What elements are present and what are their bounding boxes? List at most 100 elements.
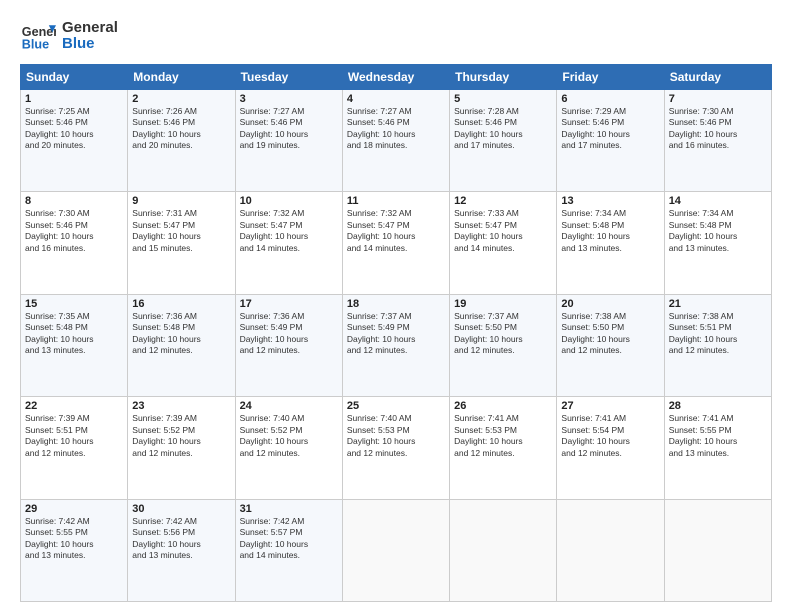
weekday-header-cell: Saturday bbox=[664, 65, 771, 90]
logo-line1: General bbox=[62, 20, 118, 37]
day-number: 14 bbox=[669, 195, 767, 207]
day-number: 4 bbox=[347, 93, 445, 105]
day-number: 11 bbox=[347, 195, 445, 207]
day-info: Sunrise: 7:39 AM Sunset: 5:52 PM Dayligh… bbox=[132, 413, 230, 459]
day-info: Sunrise: 7:41 AM Sunset: 5:54 PM Dayligh… bbox=[561, 413, 659, 459]
calendar-cell: 14Sunrise: 7:34 AM Sunset: 5:48 PM Dayli… bbox=[664, 192, 771, 294]
day-number: 22 bbox=[25, 400, 123, 412]
day-number: 8 bbox=[25, 195, 123, 207]
calendar-page: General Blue General Blue SundayMondayTu… bbox=[0, 0, 792, 612]
calendar-cell: 12Sunrise: 7:33 AM Sunset: 5:47 PM Dayli… bbox=[450, 192, 557, 294]
day-number: 25 bbox=[347, 400, 445, 412]
day-info: Sunrise: 7:38 AM Sunset: 5:50 PM Dayligh… bbox=[561, 311, 659, 357]
weekday-header-cell: Wednesday bbox=[342, 65, 449, 90]
day-number: 28 bbox=[669, 400, 767, 412]
day-info: Sunrise: 7:30 AM Sunset: 5:46 PM Dayligh… bbox=[25, 208, 123, 254]
day-info: Sunrise: 7:38 AM Sunset: 5:51 PM Dayligh… bbox=[669, 311, 767, 357]
calendar-week-row: 1Sunrise: 7:25 AM Sunset: 5:46 PM Daylig… bbox=[21, 90, 772, 192]
calendar-cell: 23Sunrise: 7:39 AM Sunset: 5:52 PM Dayli… bbox=[128, 397, 235, 499]
calendar-cell: 29Sunrise: 7:42 AM Sunset: 5:55 PM Dayli… bbox=[21, 499, 128, 601]
day-number: 21 bbox=[669, 298, 767, 310]
calendar-cell: 9Sunrise: 7:31 AM Sunset: 5:47 PM Daylig… bbox=[128, 192, 235, 294]
calendar-cell: 7Sunrise: 7:30 AM Sunset: 5:46 PM Daylig… bbox=[664, 90, 771, 192]
day-info: Sunrise: 7:42 AM Sunset: 5:57 PM Dayligh… bbox=[240, 516, 338, 562]
calendar-cell: 26Sunrise: 7:41 AM Sunset: 5:53 PM Dayli… bbox=[450, 397, 557, 499]
day-number: 9 bbox=[132, 195, 230, 207]
day-number: 10 bbox=[240, 195, 338, 207]
calendar-week-row: 8Sunrise: 7:30 AM Sunset: 5:46 PM Daylig… bbox=[21, 192, 772, 294]
svg-text:Blue: Blue bbox=[22, 38, 49, 52]
calendar-cell: 13Sunrise: 7:34 AM Sunset: 5:48 PM Dayli… bbox=[557, 192, 664, 294]
day-info: Sunrise: 7:27 AM Sunset: 5:46 PM Dayligh… bbox=[347, 106, 445, 152]
day-info: Sunrise: 7:37 AM Sunset: 5:49 PM Dayligh… bbox=[347, 311, 445, 357]
day-info: Sunrise: 7:25 AM Sunset: 5:46 PM Dayligh… bbox=[25, 106, 123, 152]
calendar-cell bbox=[557, 499, 664, 601]
day-number: 2 bbox=[132, 93, 230, 105]
day-number: 7 bbox=[669, 93, 767, 105]
calendar-cell: 31Sunrise: 7:42 AM Sunset: 5:57 PM Dayli… bbox=[235, 499, 342, 601]
day-number: 16 bbox=[132, 298, 230, 310]
day-number: 1 bbox=[25, 93, 123, 105]
weekday-header-cell: Thursday bbox=[450, 65, 557, 90]
day-number: 31 bbox=[240, 503, 338, 515]
calendar-cell: 19Sunrise: 7:37 AM Sunset: 5:50 PM Dayli… bbox=[450, 294, 557, 396]
calendar-cell bbox=[664, 499, 771, 601]
calendar-cell bbox=[450, 499, 557, 601]
day-info: Sunrise: 7:40 AM Sunset: 5:53 PM Dayligh… bbox=[347, 413, 445, 459]
calendar-cell: 8Sunrise: 7:30 AM Sunset: 5:46 PM Daylig… bbox=[21, 192, 128, 294]
day-info: Sunrise: 7:27 AM Sunset: 5:46 PM Dayligh… bbox=[240, 106, 338, 152]
day-info: Sunrise: 7:31 AM Sunset: 5:47 PM Dayligh… bbox=[132, 208, 230, 254]
weekday-header-cell: Tuesday bbox=[235, 65, 342, 90]
day-info: Sunrise: 7:29 AM Sunset: 5:46 PM Dayligh… bbox=[561, 106, 659, 152]
weekday-header-cell: Monday bbox=[128, 65, 235, 90]
day-number: 20 bbox=[561, 298, 659, 310]
calendar-cell bbox=[342, 499, 449, 601]
calendar-cell: 21Sunrise: 7:38 AM Sunset: 5:51 PM Dayli… bbox=[664, 294, 771, 396]
calendar-cell: 3Sunrise: 7:27 AM Sunset: 5:46 PM Daylig… bbox=[235, 90, 342, 192]
day-info: Sunrise: 7:28 AM Sunset: 5:46 PM Dayligh… bbox=[454, 106, 552, 152]
calendar-week-row: 29Sunrise: 7:42 AM Sunset: 5:55 PM Dayli… bbox=[21, 499, 772, 601]
calendar-cell: 2Sunrise: 7:26 AM Sunset: 5:46 PM Daylig… bbox=[128, 90, 235, 192]
calendar-cell: 10Sunrise: 7:32 AM Sunset: 5:47 PM Dayli… bbox=[235, 192, 342, 294]
calendar-cell: 17Sunrise: 7:36 AM Sunset: 5:49 PM Dayli… bbox=[235, 294, 342, 396]
day-info: Sunrise: 7:32 AM Sunset: 5:47 PM Dayligh… bbox=[240, 208, 338, 254]
day-number: 19 bbox=[454, 298, 552, 310]
calendar-cell: 4Sunrise: 7:27 AM Sunset: 5:46 PM Daylig… bbox=[342, 90, 449, 192]
calendar-cell: 5Sunrise: 7:28 AM Sunset: 5:46 PM Daylig… bbox=[450, 90, 557, 192]
calendar-cell: 16Sunrise: 7:36 AM Sunset: 5:48 PM Dayli… bbox=[128, 294, 235, 396]
day-info: Sunrise: 7:37 AM Sunset: 5:50 PM Dayligh… bbox=[454, 311, 552, 357]
calendar-cell: 11Sunrise: 7:32 AM Sunset: 5:47 PM Dayli… bbox=[342, 192, 449, 294]
calendar-cell: 18Sunrise: 7:37 AM Sunset: 5:49 PM Dayli… bbox=[342, 294, 449, 396]
calendar-cell: 6Sunrise: 7:29 AM Sunset: 5:46 PM Daylig… bbox=[557, 90, 664, 192]
weekday-header-cell: Friday bbox=[557, 65, 664, 90]
day-info: Sunrise: 7:30 AM Sunset: 5:46 PM Dayligh… bbox=[669, 106, 767, 152]
day-info: Sunrise: 7:41 AM Sunset: 5:55 PM Dayligh… bbox=[669, 413, 767, 459]
day-number: 30 bbox=[132, 503, 230, 515]
day-number: 6 bbox=[561, 93, 659, 105]
day-number: 24 bbox=[240, 400, 338, 412]
calendar-body: 1Sunrise: 7:25 AM Sunset: 5:46 PM Daylig… bbox=[21, 90, 772, 602]
day-info: Sunrise: 7:34 AM Sunset: 5:48 PM Dayligh… bbox=[561, 208, 659, 254]
calendar-cell: 25Sunrise: 7:40 AM Sunset: 5:53 PM Dayli… bbox=[342, 397, 449, 499]
day-number: 27 bbox=[561, 400, 659, 412]
logo-icon: General Blue bbox=[20, 18, 56, 54]
calendar-cell: 30Sunrise: 7:42 AM Sunset: 5:56 PM Dayli… bbox=[128, 499, 235, 601]
day-number: 17 bbox=[240, 298, 338, 310]
calendar-cell: 28Sunrise: 7:41 AM Sunset: 5:55 PM Dayli… bbox=[664, 397, 771, 499]
calendar-week-row: 22Sunrise: 7:39 AM Sunset: 5:51 PM Dayli… bbox=[21, 397, 772, 499]
calendar-cell: 22Sunrise: 7:39 AM Sunset: 5:51 PM Dayli… bbox=[21, 397, 128, 499]
weekday-header-cell: Sunday bbox=[21, 65, 128, 90]
day-info: Sunrise: 7:42 AM Sunset: 5:56 PM Dayligh… bbox=[132, 516, 230, 562]
day-number: 29 bbox=[25, 503, 123, 515]
day-number: 15 bbox=[25, 298, 123, 310]
day-info: Sunrise: 7:35 AM Sunset: 5:48 PM Dayligh… bbox=[25, 311, 123, 357]
day-number: 5 bbox=[454, 93, 552, 105]
calendar-table: SundayMondayTuesdayWednesdayThursdayFrid… bbox=[20, 64, 772, 602]
calendar-cell: 27Sunrise: 7:41 AM Sunset: 5:54 PM Dayli… bbox=[557, 397, 664, 499]
day-info: Sunrise: 7:40 AM Sunset: 5:52 PM Dayligh… bbox=[240, 413, 338, 459]
calendar-cell: 24Sunrise: 7:40 AM Sunset: 5:52 PM Dayli… bbox=[235, 397, 342, 499]
day-info: Sunrise: 7:34 AM Sunset: 5:48 PM Dayligh… bbox=[669, 208, 767, 254]
logo-line2: Blue bbox=[62, 36, 118, 53]
header: General Blue General Blue bbox=[20, 18, 772, 54]
day-info: Sunrise: 7:32 AM Sunset: 5:47 PM Dayligh… bbox=[347, 208, 445, 254]
